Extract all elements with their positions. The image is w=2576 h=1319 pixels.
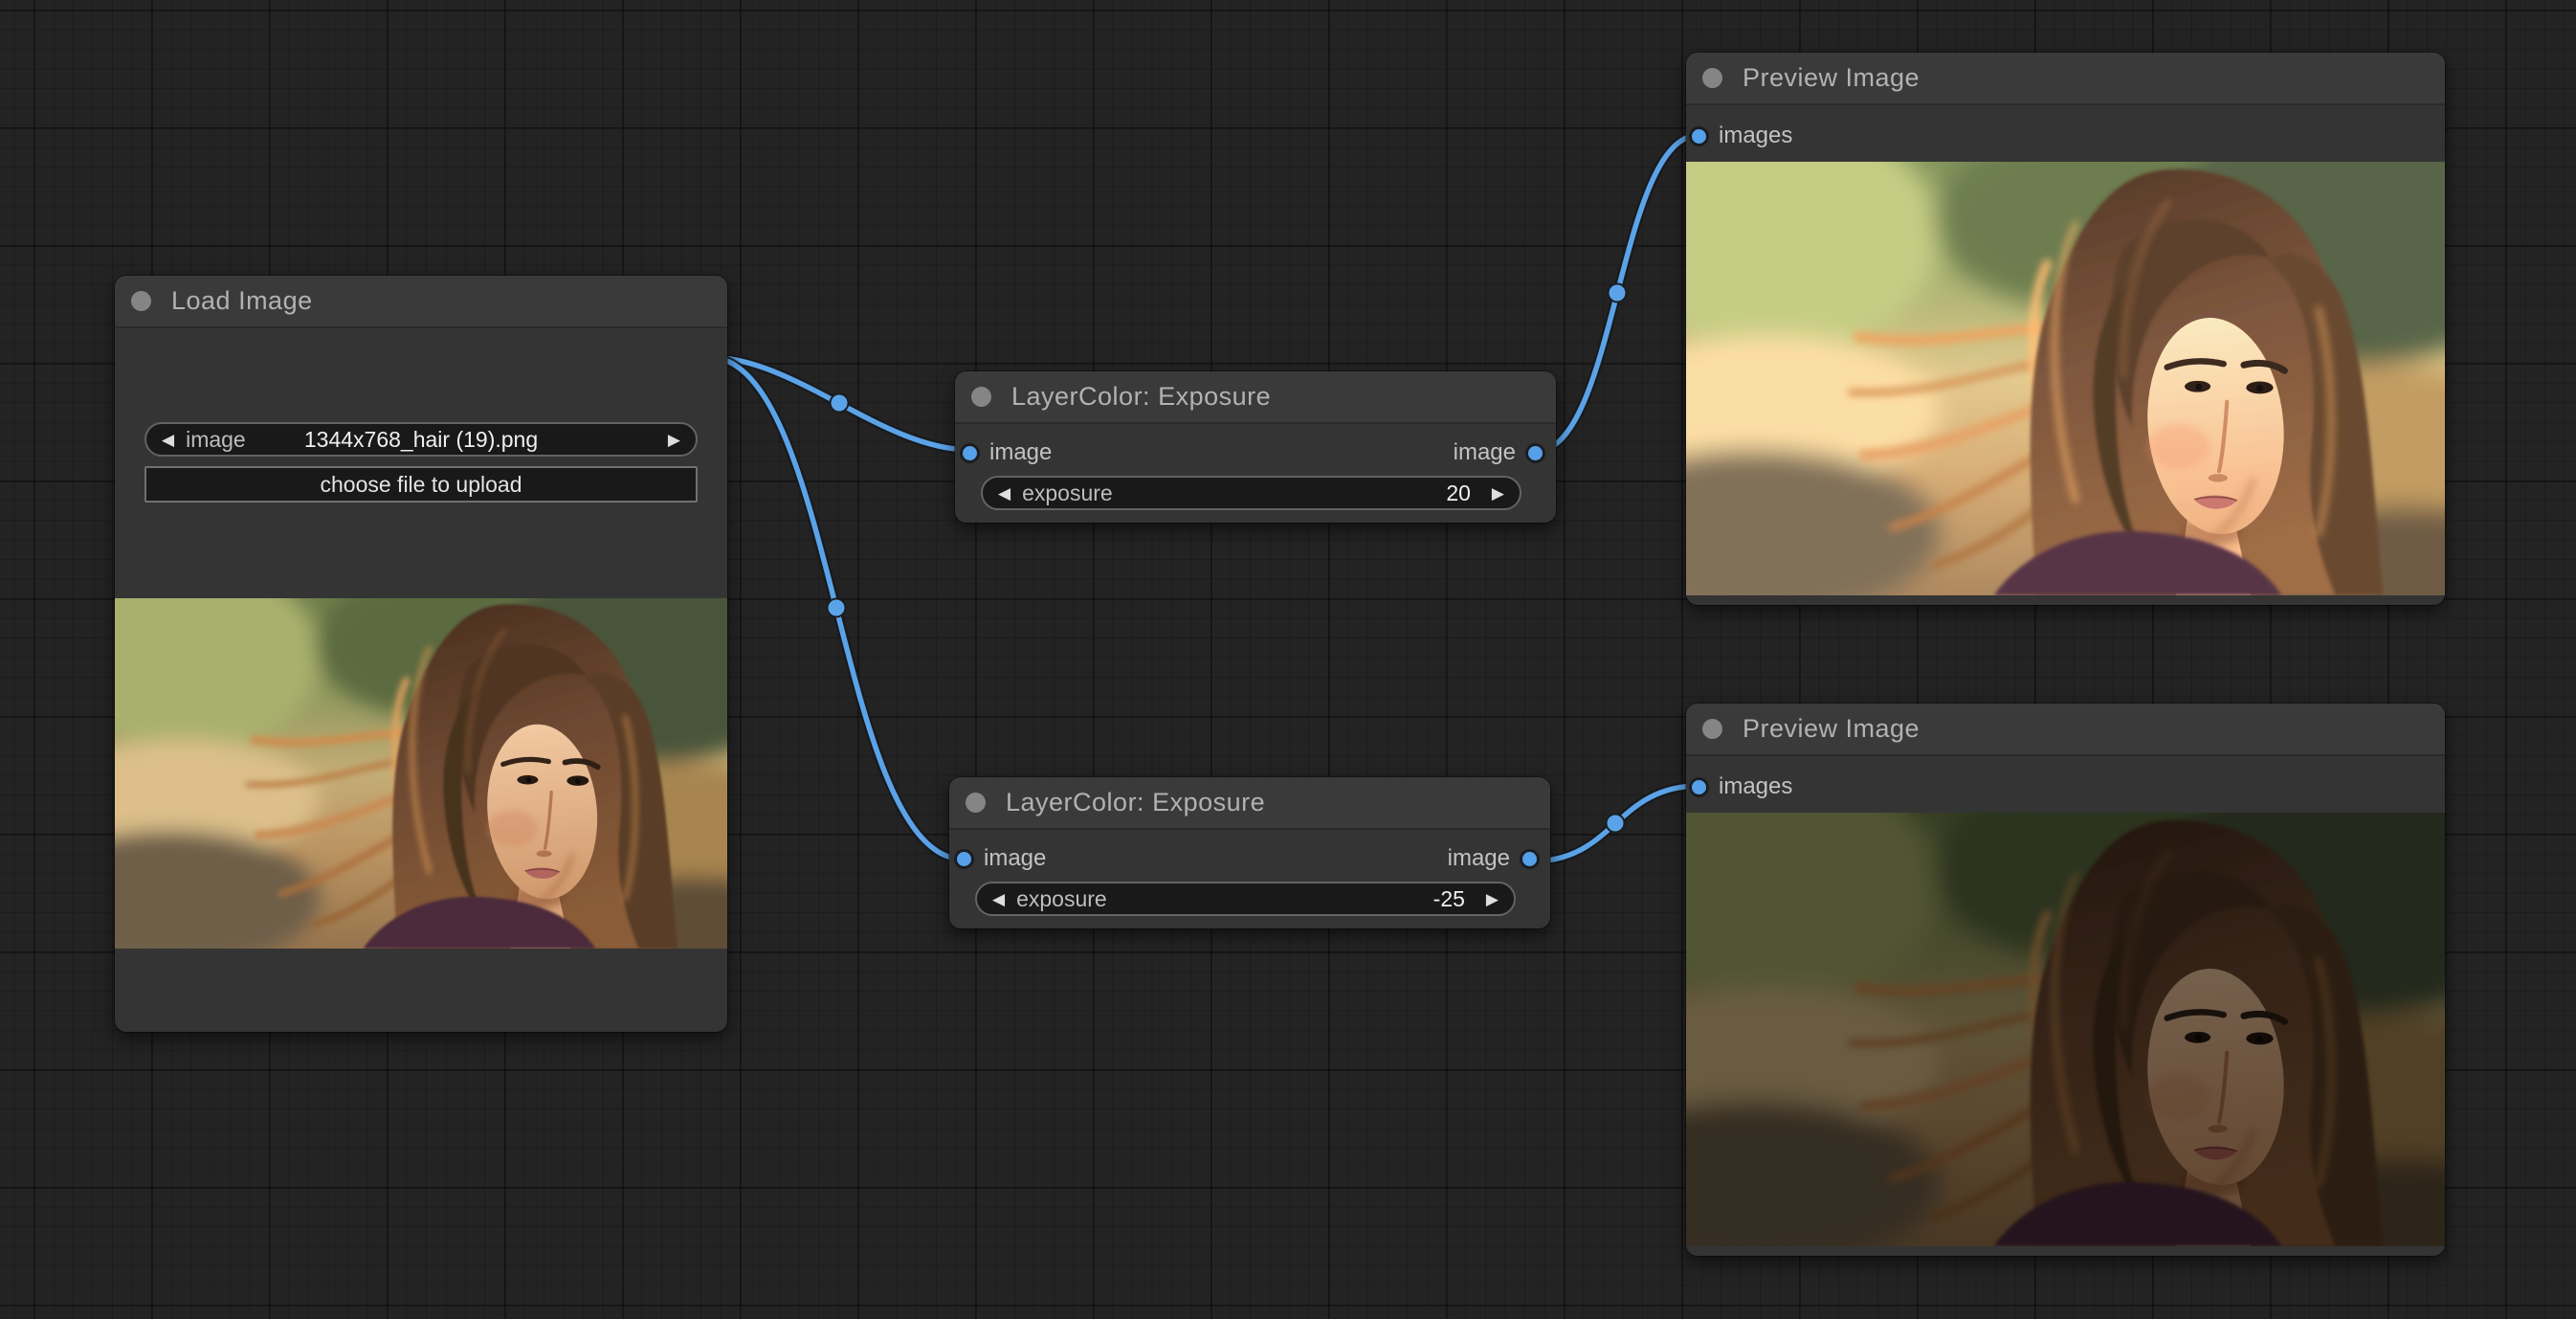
input-label: image [984, 845, 1046, 872]
output-label: image [1454, 439, 1516, 466]
input-dot-images[interactable] [1692, 129, 1706, 144]
combo-right-arrow-icon[interactable]: ▶ [668, 432, 680, 448]
collapse-dot[interactable] [1702, 68, 1722, 88]
exposure-number-widget[interactable]: ◀ exposure 20 ▶ [981, 476, 1521, 510]
input-label: images [1719, 773, 1792, 800]
portrait-image [1686, 813, 2445, 1246]
input-dot-image[interactable] [957, 852, 971, 866]
node-title: LayerColor: Exposure [1011, 382, 1271, 412]
combo-left-arrow-icon[interactable]: ◀ [162, 432, 174, 448]
input-dot-image[interactable] [963, 446, 977, 460]
step-down-arrow-icon[interactable]: ◀ [998, 485, 1010, 502]
link-exposure-bottom-to-preview-bottom[interactable] [1531, 786, 1699, 861]
widget-label: exposure [1016, 886, 1107, 912]
portrait-image [1686, 162, 2445, 595]
node-title-bar[interactable]: LayerColor: Exposure [949, 777, 1550, 830]
node-preview-image-top[interactable]: Preview Image images [1686, 53, 2445, 605]
preview-image-dark [1686, 813, 2445, 1246]
input-label: image [989, 439, 1052, 466]
node-layercolor-exposure-bottom[interactable]: LayerColor: Exposure image image ◀ expos… [949, 777, 1550, 928]
portrait-image [115, 598, 727, 949]
input-slot-images[interactable]: images [1692, 772, 1792, 801]
node-title-bar[interactable]: Preview Image [1686, 53, 2445, 105]
image-combo-widget[interactable]: ◀ image 1344x768_hair (19).png ▶ [144, 422, 698, 457]
output-slot-image[interactable]: image [1454, 438, 1543, 467]
input-label: images [1719, 123, 1792, 149]
input-slot-image[interactable]: image [957, 844, 1046, 873]
node-title-bar[interactable]: LayerColor: Exposure [955, 371, 1556, 424]
widget-label: exposure [1022, 481, 1113, 506]
output-label: image [1448, 845, 1510, 872]
link-midpoint-dot[interactable] [1607, 815, 1625, 833]
link-midpoint-dot[interactable] [831, 394, 849, 413]
collapse-dot[interactable] [971, 387, 991, 407]
choose-file-button[interactable]: choose file to upload [144, 466, 698, 503]
output-dot-image[interactable] [1528, 446, 1543, 460]
combo-value: 1344x768_hair (19).png [204, 427, 638, 453]
link-midpoint-dot[interactable] [1609, 284, 1627, 302]
collapse-dot[interactable] [966, 793, 986, 813]
output-dot-image[interactable] [1522, 852, 1537, 866]
loaded-image-preview [115, 598, 727, 949]
input-dot-images[interactable] [1692, 780, 1706, 794]
widget-value: 20 [1446, 481, 1471, 506]
input-slot-images[interactable]: images [1692, 122, 1792, 150]
link-load-to-exposure-bottom[interactable] [708, 357, 965, 860]
node-title: LayerColor: Exposure [1006, 788, 1265, 817]
exposure-number-widget[interactable]: ◀ exposure -25 ▶ [975, 882, 1516, 916]
step-up-arrow-icon[interactable]: ▶ [1486, 891, 1499, 907]
node-title-bar[interactable]: Load Image [115, 276, 727, 328]
input-slot-image[interactable]: image [963, 438, 1052, 467]
collapse-dot[interactable] [131, 291, 151, 311]
preview-image-bright [1686, 162, 2445, 595]
widget-value: -25 [1433, 886, 1465, 912]
step-down-arrow-icon[interactable]: ◀ [992, 891, 1005, 907]
link-midpoint-dot[interactable] [828, 599, 846, 617]
node-title: Load Image [171, 286, 313, 316]
output-slot-image[interactable]: image [1448, 844, 1537, 873]
node-title: Preview Image [1743, 714, 1920, 744]
node-load-image[interactable]: Load Image IMAGE MASK ◀ image 1344x768_h… [115, 276, 727, 1032]
node-graph-canvas[interactable]: { "canvas": { "background_color": "#2323… [0, 0, 2576, 1319]
node-title-bar[interactable]: Preview Image [1686, 704, 2445, 756]
node-layercolor-exposure-top[interactable]: LayerColor: Exposure image image ◀ expos… [955, 371, 1556, 523]
collapse-dot[interactable] [1702, 719, 1722, 739]
choose-file-label: choose file to upload [321, 472, 522, 498]
node-title: Preview Image [1743, 63, 1920, 93]
node-preview-image-bottom[interactable]: Preview Image images [1686, 704, 2445, 1256]
link-exposure-top-to-preview-top[interactable] [1535, 135, 1699, 452]
step-up-arrow-icon[interactable]: ▶ [1492, 485, 1504, 502]
